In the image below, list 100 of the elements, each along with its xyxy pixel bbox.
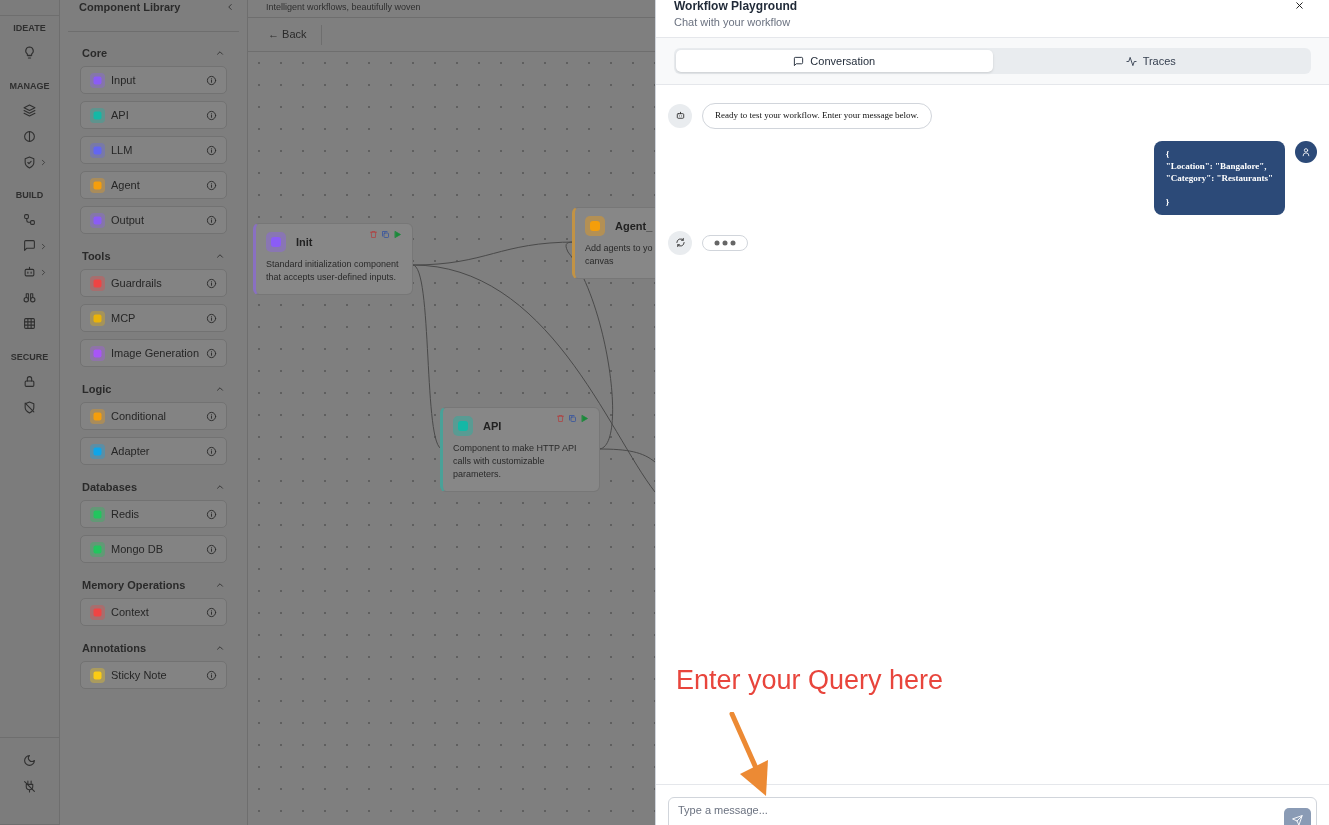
user-icon: [1301, 146, 1311, 157]
component-item[interactable]: Adapter: [80, 437, 227, 465]
component-item[interactable]: MCP: [80, 304, 227, 332]
robot-icon: [674, 110, 686, 122]
chat-icon: [23, 239, 36, 252]
section-header[interactable]: Memory Operations: [80, 577, 227, 593]
component-label: Conditional: [111, 408, 168, 424]
component-item[interactable]: Context: [80, 598, 227, 626]
section-label: SECURE: [10, 350, 49, 364]
shield-check-icon: [23, 155, 36, 169]
component-item[interactable]: Input: [80, 66, 227, 94]
component-label: Adapter: [111, 443, 151, 459]
chevron-up-icon: [215, 251, 225, 261]
panel-title: Workflow Playground: [674, 0, 798, 13]
component-label: LLM: [111, 142, 134, 158]
component-label: MCP: [111, 310, 137, 326]
component-item[interactable]: Conditional: [80, 402, 227, 430]
component-item[interactable]: Image Generation: [80, 339, 227, 367]
refresh-icon: [674, 237, 686, 248]
send-button[interactable]: [1284, 808, 1311, 825]
workflow-icon: [23, 213, 36, 226]
annotation-text: Enter your Query here: [676, 664, 944, 697]
section-header[interactable]: Core: [80, 45, 227, 61]
component-label: Context: [111, 604, 150, 620]
delete-icon[interactable]: [556, 414, 565, 423]
close-button[interactable]: [1294, 0, 1305, 11]
tagline: Intelligent workflows, beautifully woven: [266, 1, 421, 14]
panel-subtitle: Chat with your workflow: [674, 15, 791, 29]
section-header[interactable]: Logic: [80, 381, 227, 397]
info-icon: [206, 606, 217, 618]
user-message: { "Location": "Bangalore", "Category": "Restaurants" }: [1153, 140, 1285, 215]
section-label: MANAGE: [9, 79, 50, 93]
activity-icon: [1125, 55, 1137, 67]
node-title: Init: [296, 234, 313, 250]
section-header[interactable]: Annotations: [80, 640, 227, 656]
node-title: Agent_: [615, 218, 653, 234]
chevron-up-icon: [215, 482, 225, 492]
workflow-node[interactable]: Init Standard initialization component that accepts user-defined inputs.: [253, 223, 413, 295]
chevron-up-icon: [215, 580, 225, 590]
panel-title: Component Library: [79, 0, 181, 14]
lock-icon: [23, 374, 36, 388]
node-title: API: [483, 418, 502, 434]
info-icon: [206, 144, 217, 156]
chevron-left-icon: [225, 2, 235, 12]
typing-indicator: [702, 234, 748, 251]
bulb-icon: [23, 46, 36, 59]
component-item[interactable]: LLM: [80, 136, 227, 164]
component-label: Guardrails: [111, 275, 163, 291]
info-icon: [206, 74, 217, 86]
info-icon: [206, 109, 217, 121]
binoculars-icon: [23, 291, 36, 304]
component-item[interactable]: Mongo DB: [80, 535, 227, 563]
back-button[interactable]: ← Back: [268, 24, 322, 45]
section-label: IDEATE: [13, 22, 46, 35]
node-description: Add agents to yo canvas: [585, 242, 654, 268]
message-input[interactable]: Type a message...: [668, 797, 1317, 825]
component-item[interactable]: API: [80, 101, 227, 129]
info-icon: [206, 214, 217, 226]
tab[interactable]: Traces: [992, 50, 1309, 72]
component-item[interactable]: Output: [80, 206, 227, 234]
workflow-node[interactable]: Agent_ Add agents to yo canvas: [572, 207, 655, 279]
plug-off-icon: [23, 779, 36, 793]
component-item[interactable]: Guardrails: [80, 269, 227, 297]
info-icon: [206, 410, 217, 422]
component-label: Mongo DB: [111, 541, 164, 557]
node-description: Component to make HTTP API calls with customizable parameters.: [453, 442, 578, 481]
component-label: Output: [111, 212, 146, 228]
layers-icon: [23, 103, 36, 117]
component-label: Redis: [111, 506, 141, 522]
shield-off-icon: [23, 400, 36, 414]
section-header[interactable]: Tools: [80, 248, 227, 264]
moon-icon: [23, 753, 36, 767]
info-icon: [206, 445, 217, 457]
component-item[interactable]: Sticky Note: [80, 661, 227, 689]
delete-icon[interactable]: [369, 230, 378, 239]
send-icon: [1292, 814, 1303, 825]
info-icon: [206, 277, 217, 289]
workflow-node[interactable]: API Component to make HTTP API calls with customizable parameters.: [440, 407, 600, 492]
info-icon: [206, 347, 217, 359]
tab[interactable]: Conversation: [676, 50, 993, 72]
component-label: Sticky Note: [111, 667, 168, 683]
component-label: API: [111, 107, 130, 123]
section-header[interactable]: Databases: [80, 479, 227, 495]
chevron-up-icon: [215, 48, 225, 58]
grid-icon: [23, 317, 36, 330]
close-icon: [1294, 0, 1305, 11]
info-icon: [206, 543, 217, 555]
info-icon: [206, 312, 217, 324]
info-icon: [206, 179, 217, 191]
copy-icon[interactable]: [381, 230, 390, 239]
node-description: Standard initialization component that accepts user-defined inputs.: [266, 258, 400, 284]
component-item[interactable]: Agent: [80, 171, 227, 199]
robot-icon: [23, 265, 36, 278]
copy-icon[interactable]: [568, 414, 577, 423]
info-icon: [206, 508, 217, 520]
component-item[interactable]: Redis: [80, 500, 227, 528]
chat-icon: [793, 55, 805, 67]
component-label: Agent: [111, 177, 141, 193]
chevron-up-icon: [215, 643, 225, 653]
chevron-up-icon: [215, 384, 225, 394]
